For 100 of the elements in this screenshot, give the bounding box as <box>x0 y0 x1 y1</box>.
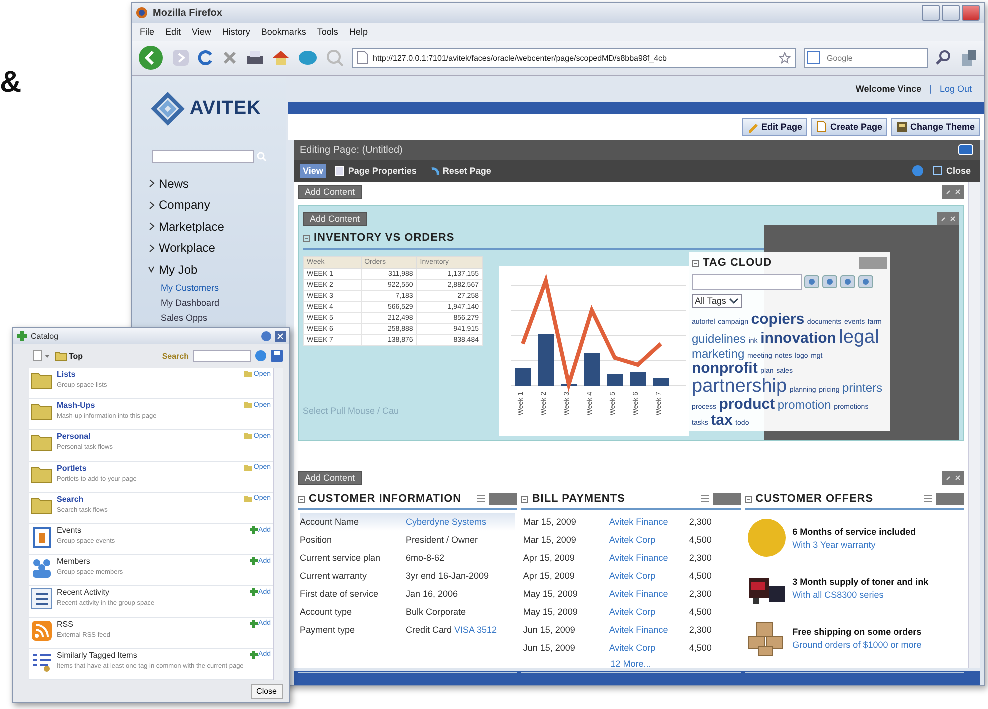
tag-link[interactable]: legal <box>839 326 880 348</box>
nav-link[interactable]: My Customers <box>132 280 286 296</box>
menu-item[interactable]: History <box>222 27 250 37</box>
tag-link[interactable]: product <box>719 396 776 413</box>
nav-link[interactable]: Company <box>159 198 210 212</box>
add-content-button[interactable]: Add Content <box>298 185 362 199</box>
payee-link[interactable]: Avitek Corp <box>609 643 684 653</box>
tag-link[interactable]: tax <box>711 412 733 429</box>
page-menu-icon[interactable] <box>33 350 51 362</box>
nav-link[interactable]: My Job <box>159 262 198 277</box>
tag-filter-dropdown[interactable]: All Tags <box>692 294 742 308</box>
back-icon[interactable] <box>138 45 164 71</box>
breadcrumb-link[interactable]: Top <box>55 351 84 361</box>
payee-link[interactable]: Avitek Corp <box>609 571 684 581</box>
home-icon[interactable] <box>272 50 290 66</box>
offer-link[interactable]: With all CS8300 series <box>792 590 929 600</box>
printer-icon[interactable] <box>246 50 264 66</box>
reload-icon[interactable] <box>198 50 214 66</box>
collapse-icon[interactable] <box>303 234 310 242</box>
catalog-item-link[interactable]: RSS <box>57 620 246 629</box>
search-field[interactable] <box>152 150 254 163</box>
chat-bubble-icon[interactable] <box>298 50 318 66</box>
maximize-button[interactable] <box>942 5 960 21</box>
menu-icon[interactable] <box>477 495 486 503</box>
menu-item[interactable]: Bookmarks <box>261 27 306 37</box>
address-bar[interactable]: http://127.0.0.1:7101/avitek/faces/oracle/webcenter/page/scopedMD/s8bba98f_4cb <box>352 48 796 68</box>
payee-link[interactable]: Avitek Finance <box>609 517 684 527</box>
close-button[interactable]: Close <box>930 164 974 178</box>
catalog-item-link[interactable]: Events <box>57 526 246 536</box>
catalog-item-link[interactable]: Portlets <box>57 464 240 473</box>
star-icon[interactable] <box>779 52 791 64</box>
cloud-icon[interactable] <box>822 275 838 289</box>
globe-icon[interactable] <box>804 275 820 289</box>
monitor-icon[interactable] <box>958 144 974 156</box>
collapse-icon[interactable] <box>692 260 699 266</box>
payee-link[interactable]: Avitek Finance <box>609 553 684 563</box>
menu-item[interactable]: Help <box>349 27 368 37</box>
menu-icon[interactable] <box>700 495 709 503</box>
add-content-button[interactable]: Add Content <box>303 212 368 226</box>
tag-link[interactable]: copiers <box>751 311 805 328</box>
tag-link[interactable]: promotion <box>778 398 832 412</box>
tag-link[interactable]: marketing <box>692 346 745 361</box>
go-icon[interactable] <box>255 350 267 362</box>
logout-link[interactable]: Log Out <box>940 84 972 94</box>
catalog-item-link[interactable]: Similarly Tagged Items <box>57 650 246 660</box>
edit-remove-icon[interactable] <box>942 185 964 199</box>
payee-link[interactable]: Avitek Corp <box>609 535 684 545</box>
tag-link[interactable]: partnership <box>692 376 788 397</box>
search-field[interactable] <box>193 350 251 362</box>
help-icon[interactable] <box>912 165 924 177</box>
close-button[interactable] <box>962 5 980 21</box>
edit-remove-icon[interactable] <box>937 212 959 226</box>
tag-search-field[interactable] <box>692 274 802 290</box>
catalog-item-link[interactable]: Search <box>57 494 240 504</box>
speaker-icon[interactable] <box>840 275 856 289</box>
close-icon[interactable] <box>275 330 286 342</box>
puzzle-icon[interactable] <box>960 49 978 67</box>
collapse-icon[interactable] <box>521 496 528 502</box>
tag-link[interactable]: guidelines <box>692 332 746 346</box>
page-action-button[interactable]: Edit Page <box>742 118 808 136</box>
catalog-item-link[interactable]: Mash-Ups <box>57 401 240 410</box>
nav-link[interactable]: Marketplace <box>159 220 224 234</box>
card-link[interactable]: VISA 3512 <box>454 625 498 635</box>
minimize-button[interactable] <box>922 5 940 21</box>
tag-link[interactable]: nonprofit <box>692 360 758 378</box>
payee-link[interactable]: Avitek Corp <box>609 607 684 617</box>
page-icon[interactable] <box>858 275 874 289</box>
edit-remove-icon[interactable] <box>942 471 964 485</box>
search-icon[interactable] <box>936 50 952 66</box>
nav-link[interactable]: Workplace <box>159 241 216 256</box>
close-button[interactable]: Close <box>250 684 283 698</box>
toolbar-button[interactable]: Page Properties <box>332 164 420 178</box>
search-box[interactable]: Google <box>804 48 928 68</box>
nav-link[interactable]: My Dashboard <box>132 296 286 310</box>
scrollbar[interactable] <box>273 368 283 680</box>
page-action-button[interactable]: Create Page <box>811 118 888 136</box>
menu-item[interactable]: Edit <box>166 27 182 37</box>
toolbar-button[interactable]: Reset Page <box>426 164 494 178</box>
payee-link[interactable]: Avitek Finance <box>609 625 684 635</box>
tag-link[interactable]: innovation <box>760 330 836 347</box>
help-icon[interactable] <box>261 330 272 342</box>
payee-link[interactable]: Avitek Finance <box>609 589 684 599</box>
offer-link[interactable]: With 3 Year warranty <box>792 540 916 550</box>
collapse-icon[interactable] <box>298 496 305 502</box>
tag-link[interactable]: printers <box>842 380 883 395</box>
catalog-item-link[interactable]: Recent Activity <box>57 588 246 598</box>
menu-item[interactable]: Tools <box>317 27 338 37</box>
menu-icon[interactable] <box>924 495 932 503</box>
menu-item[interactable]: View <box>192 27 212 37</box>
offer-link[interactable]: Ground orders of $1000 or more <box>792 640 922 650</box>
scrollbar[interactable] <box>968 182 980 668</box>
catalog-item-link[interactable]: Personal <box>57 432 240 442</box>
stop-icon[interactable] <box>222 50 238 66</box>
save-icon[interactable] <box>271 350 283 362</box>
nav-link[interactable]: Sales Opps <box>132 310 286 326</box>
catalog-item-link[interactable]: Members <box>57 557 246 566</box>
menu-item[interactable]: File <box>140 27 155 37</box>
more-link[interactable]: 12 More... <box>523 657 739 669</box>
page-action-button[interactable]: Change Theme <box>891 118 980 136</box>
catalog-item-link[interactable]: Lists <box>57 370 240 379</box>
